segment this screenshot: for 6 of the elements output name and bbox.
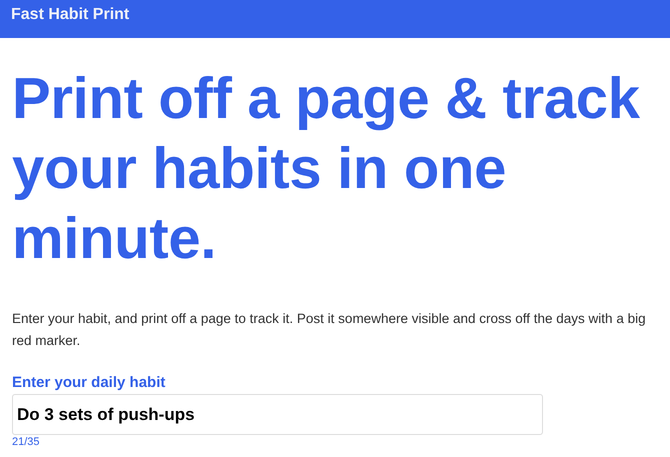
field-label: Enter your daily habit: [12, 374, 166, 391]
app-title: Fast Habit Print: [11, 6, 130, 23]
headline: Print off a page & track your habits in one minute.: [12, 65, 641, 273]
character-counter: 21/35: [12, 436, 40, 448]
habit-input-field[interactable]: Do 3 sets of push-ups: [12, 394, 543, 435]
intro-text: Enter your habit, and print off a page to track it. Post it somewhere visible and cross off the days with a big red marker.: [12, 310, 647, 350]
